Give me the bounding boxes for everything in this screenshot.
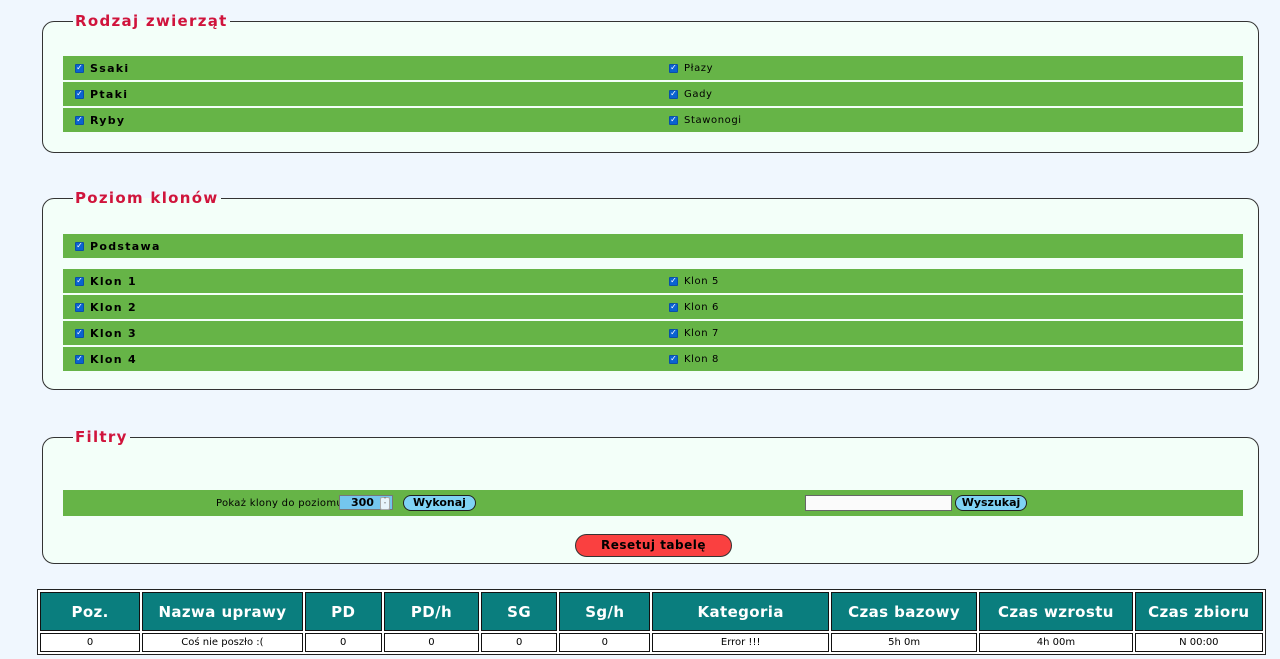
checkbox-podstawa[interactable]: ✓ Podstawa (75, 234, 161, 258)
reset-table-button[interactable]: Resetuj tabelę (575, 534, 732, 557)
search-input[interactable] (805, 495, 952, 511)
checkbox-checked-icon[interactable]: ✓ (669, 89, 678, 99)
checkbox-checked-icon[interactable]: ✓ (669, 328, 678, 338)
checkbox-stawonogi[interactable]: ✓ Stawonogi (669, 108, 742, 132)
table-cell: 5h 0m (830, 633, 978, 652)
checkbox-label: Klon 4 (90, 352, 137, 366)
filters-row: Pokaż klony do poziomu: 300 ˄ ˅ Wykonaj W… (63, 490, 1243, 516)
checkbox-checked-icon[interactable]: ✓ (75, 328, 84, 338)
filters-fieldset: Filtry Pokaż klony do poziomu: 300 ˄ ˅ Wy… (42, 428, 1259, 564)
checkbox-label: Klon 8 (684, 353, 719, 365)
table-cell: Coś nie poszło :( (142, 633, 303, 652)
header-sg[interactable]: SG (481, 592, 558, 631)
checkbox-klon-3[interactable]: ✓ Klon 3 (75, 321, 137, 345)
checkbox-plazy[interactable]: ✓ Płazy (669, 56, 713, 80)
search-button[interactable]: Wyszukaj (955, 495, 1027, 511)
table-cell: 0 (481, 633, 558, 652)
checkbox-klon-5[interactable]: ✓ Klon 5 (669, 269, 719, 293)
level-number-input[interactable]: 300 ˄ ˅ (339, 495, 393, 510)
checkbox-checked-icon[interactable]: ✓ (75, 115, 84, 125)
clone-row: ✓ Klon 1 ✓ Klon 5 (63, 269, 1243, 293)
clone-row: ✓ Klon 3 ✓ Klon 7 (63, 321, 1243, 345)
animal-type-title: Rodzaj zwierząt (75, 12, 228, 30)
header-czas-bazowy[interactable]: Czas bazowy (830, 592, 978, 631)
spinner-arrows-icon[interactable]: ˄ ˅ (380, 497, 390, 510)
checkbox-checked-icon[interactable]: ✓ (75, 302, 84, 312)
checkbox-checked-icon[interactable]: ✓ (669, 354, 678, 364)
checkbox-checked-icon[interactable]: ✓ (669, 302, 678, 312)
table-cell: 0 (304, 633, 382, 652)
checkbox-klon-4[interactable]: ✓ Klon 4 (75, 347, 137, 371)
filters-title: Filtry (75, 428, 128, 446)
checkbox-checked-icon[interactable]: ✓ (669, 115, 678, 125)
checkbox-label: Ptaki (90, 87, 129, 101)
clone-base-row: ✓ Podstawa (63, 234, 1243, 258)
checkbox-ssaki[interactable]: ✓ Ssaki (75, 56, 129, 80)
clone-row: ✓ Klon 4 ✓ Klon 8 (63, 347, 1243, 371)
checkbox-checked-icon[interactable]: ✓ (75, 89, 84, 99)
table-row: 0 Coś nie poszło :( 0 0 0 0 Error !!! 5h… (40, 633, 1263, 652)
checkbox-label: Klon 5 (684, 275, 719, 287)
checkbox-klon-8[interactable]: ✓ Klon 8 (669, 347, 719, 371)
clone-level-fieldset: Poziom klonów ✓ Podstawa ✓ Klon 1 ✓ Klon 5 … (42, 189, 1259, 390)
checkbox-checked-icon[interactable]: ✓ (75, 241, 84, 251)
clone-row: ✓ Klon 2 ✓ Klon 6 (63, 295, 1243, 319)
checkbox-label: Stawonogi (684, 114, 742, 126)
checkbox-klon-2[interactable]: ✓ Klon 2 (75, 295, 137, 319)
level-label: Pokaż klony do poziomu: (216, 498, 347, 509)
checkbox-label: Klon 2 (90, 300, 137, 314)
checkbox-checked-icon[interactable]: ✓ (75, 276, 84, 286)
checkbox-checked-icon[interactable]: ✓ (75, 63, 84, 73)
checkbox-label: Płazy (684, 62, 714, 74)
crops-table: Poz. Nazwa uprawy PD PD/h SG Sg/h Katego… (37, 589, 1266, 655)
table-cell: 0 (40, 633, 141, 652)
header-pd[interactable]: PD (304, 592, 382, 631)
animal-row: ✓ Ssaki ✓ Płazy (63, 56, 1243, 80)
checkbox-klon-6[interactable]: ✓ Klon 6 (669, 295, 719, 319)
checkbox-klon-1[interactable]: ✓ Klon 1 (75, 269, 137, 293)
table-header-row: Poz. Nazwa uprawy PD PD/h SG Sg/h Katego… (40, 592, 1263, 631)
table-cell: Error !!! (652, 633, 829, 652)
header-pd-h[interactable]: PD/h (383, 592, 480, 631)
table-cell: N 00:00 (1134, 633, 1263, 652)
checkbox-checked-icon[interactable]: ✓ (75, 354, 84, 364)
checkbox-gady[interactable]: ✓ Gady (669, 82, 713, 106)
checkbox-ptaki[interactable]: ✓ Ptaki (75, 82, 128, 106)
header-czas-zbioru[interactable]: Czas zbioru (1134, 592, 1263, 631)
animal-type-fieldset: Rodzaj zwierząt ✓ Ssaki ✓ Płazy ✓ Ptaki ✓ Ga… (42, 12, 1259, 153)
header-poz[interactable]: Poz. (40, 592, 141, 631)
table-cell: 0 (383, 633, 480, 652)
checkbox-label: Ssaki (90, 61, 130, 75)
header-sg-h[interactable]: Sg/h (559, 592, 651, 631)
checkbox-label: Podstawa (90, 239, 161, 253)
clone-level-title: Poziom klonów (75, 189, 219, 207)
checkbox-label: Klon 7 (684, 327, 719, 339)
header-kategoria[interactable]: Kategoria (652, 592, 829, 631)
checkbox-label: Ryby (90, 113, 126, 127)
level-value: 300 (351, 496, 374, 509)
header-czas-wzrostu[interactable]: Czas wzrostu (979, 592, 1133, 631)
table-cell: 4h 00m (979, 633, 1133, 652)
checkbox-label: Klon 1 (90, 274, 137, 288)
execute-button[interactable]: Wykonaj (403, 495, 476, 511)
checkbox-checked-icon[interactable]: ✓ (669, 276, 678, 286)
checkbox-checked-icon[interactable]: ✓ (669, 63, 678, 73)
checkbox-label: Klon 6 (684, 301, 719, 313)
table-cell: 0 (559, 633, 651, 652)
checkbox-label: Gady (684, 88, 713, 100)
animal-row: ✓ Ptaki ✓ Gady (63, 82, 1243, 106)
animal-row: ✓ Ryby ✓ Stawonogi (63, 108, 1243, 132)
checkbox-klon-7[interactable]: ✓ Klon 7 (669, 321, 719, 345)
header-nazwa-uprawy[interactable]: Nazwa uprawy (142, 592, 303, 631)
checkbox-ryby[interactable]: ✓ Ryby (75, 108, 125, 132)
checkbox-label: Klon 3 (90, 326, 137, 340)
